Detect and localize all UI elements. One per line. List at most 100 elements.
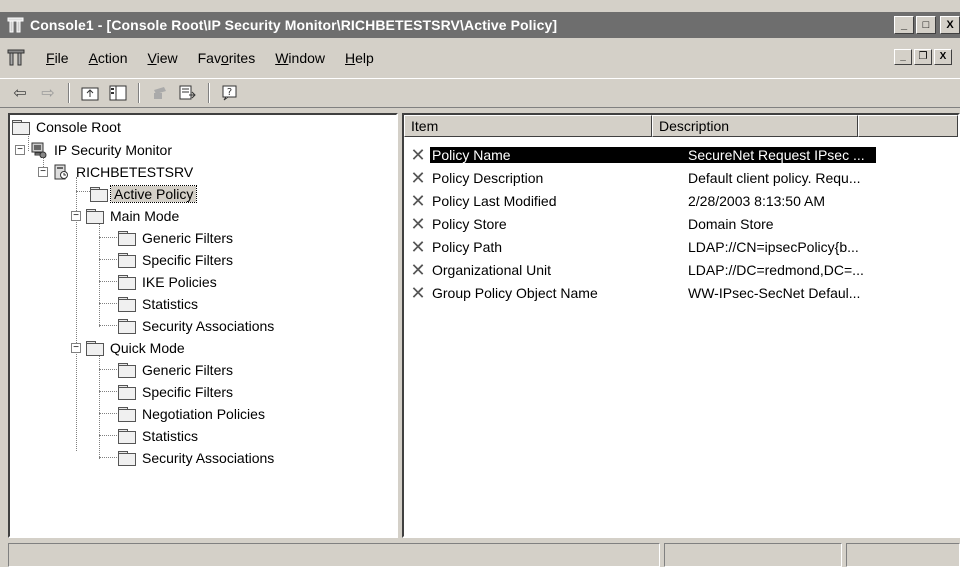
- result-list[interactable]: Item Description ✕ Policy Name SecureNet…: [402, 113, 960, 538]
- tree-node-label: Generic Filters: [142, 362, 234, 378]
- toolbar-separator: [208, 83, 210, 103]
- row-item: Organizational Unit: [432, 262, 552, 278]
- row-description: WW-IPsec-SecNet Defaul...: [688, 285, 861, 301]
- list-row-policy-description[interactable]: ✕ Policy Description Default client poli…: [404, 166, 876, 190]
- child-close-button[interactable]: X: [934, 49, 952, 65]
- tree-node-mm-specific-filters[interactable]: Specific Filters: [118, 250, 236, 270]
- console-tree[interactable]: Console Root − IP Security Monitor − RIC…: [8, 113, 398, 538]
- list-row-organizational-unit[interactable]: ✕ Organizational Unit LDAP://DC=redmond,…: [404, 258, 876, 282]
- menu-help-rest: elp: [355, 50, 374, 66]
- folder-icon: [118, 407, 136, 422]
- menu-window[interactable]: Window: [265, 50, 335, 66]
- folder-icon: [118, 363, 136, 378]
- tree-connector: [99, 281, 117, 282]
- list-row-policy-last-modified[interactable]: ✕ Policy Last Modified 2/28/2003 8:13:50…: [404, 189, 876, 213]
- export-list-icon[interactable]: [176, 82, 200, 104]
- folder-icon: [118, 385, 136, 400]
- menu-favorites[interactable]: Favorites: [188, 50, 266, 66]
- tree-node-qm-statistics[interactable]: Statistics: [118, 426, 201, 446]
- tree-node-qm-security-associations[interactable]: Security Associations: [118, 448, 277, 468]
- title-bar: Console1 - [Console Root\IP Security Mon…: [0, 12, 960, 38]
- list-header: Item Description: [404, 115, 958, 137]
- status-panel-right: [846, 543, 960, 567]
- tree-connector: [99, 325, 117, 326]
- tree-node-server[interactable]: RICHBETESTSRV: [52, 162, 196, 182]
- menu-bar: File Action View Favorites Window Help _…: [0, 40, 960, 76]
- tree-node-mm-statistics[interactable]: Statistics: [118, 294, 201, 314]
- menu-help[interactable]: Help: [335, 50, 384, 66]
- folder-icon: [118, 429, 136, 444]
- tree-node-main-mode[interactable]: Main Mode: [86, 206, 182, 226]
- toolbar: ⇦ ⇨ ?: [0, 78, 960, 108]
- row-item: Policy Last Modified: [432, 193, 557, 209]
- column-header-empty: [858, 115, 958, 137]
- list-row-policy-store[interactable]: ✕ Policy Store Domain Store: [404, 212, 876, 236]
- server-icon: [54, 164, 68, 180]
- collapse-toggle[interactable]: −: [71, 211, 81, 221]
- menu-file[interactable]: File: [36, 50, 79, 66]
- computer-monitor-icon: [31, 142, 47, 158]
- child-minimize-button[interactable]: _: [894, 49, 912, 65]
- column-header-description[interactable]: Description: [652, 115, 858, 137]
- svg-text:?: ?: [227, 87, 232, 98]
- collapse-toggle[interactable]: −: [71, 343, 81, 353]
- tree-node-qm-specific-filters[interactable]: Specific Filters: [118, 382, 236, 402]
- tree-node-label: Specific Filters: [142, 384, 234, 400]
- menu-favorites-rest: rites: [228, 50, 256, 66]
- tree-connector: [99, 355, 100, 459]
- close-button[interactable]: X: [940, 16, 960, 34]
- maximize-button[interactable]: □: [916, 16, 936, 34]
- policy-item-icon: ✕: [410, 282, 426, 303]
- tree-node-quick-mode[interactable]: Quick Mode: [86, 338, 188, 358]
- open-folder-icon: [90, 187, 108, 202]
- row-description: Domain Store: [688, 216, 774, 232]
- up-one-level-icon[interactable]: [78, 82, 102, 104]
- tree-node-label: Quick Mode: [110, 340, 185, 356]
- tree-connector: [99, 435, 117, 436]
- toolbar-separator: [138, 83, 140, 103]
- folder-icon: [118, 275, 136, 290]
- row-item: Policy Store: [432, 216, 507, 232]
- column-header-item[interactable]: Item: [404, 115, 652, 137]
- list-row-policy-path[interactable]: ✕ Policy Path LDAP://CN=ipsecPolicy{b...: [404, 235, 876, 259]
- window-title: Console1 - [Console Root\IP Security Mon…: [30, 17, 558, 33]
- folder-icon: [118, 297, 136, 312]
- menu-view[interactable]: View: [138, 50, 188, 66]
- folder-icon: [86, 209, 104, 224]
- tree-connector: [99, 457, 117, 458]
- tree-node-qm-generic-filters[interactable]: Generic Filters: [118, 360, 236, 380]
- menu-action[interactable]: Action: [79, 50, 138, 66]
- back-arrow-icon[interactable]: ⇦: [8, 82, 32, 104]
- minimize-button[interactable]: _: [894, 16, 914, 34]
- folder-icon: [86, 341, 104, 356]
- row-item: Policy Description: [432, 170, 544, 186]
- child-restore-button[interactable]: ❐: [914, 49, 932, 65]
- tree-node-ip-security-monitor[interactable]: IP Security Monitor: [30, 140, 175, 160]
- tree-node-label: Generic Filters: [142, 230, 234, 246]
- collapse-toggle[interactable]: −: [15, 145, 25, 155]
- tree-node-mm-generic-filters[interactable]: Generic Filters: [118, 228, 236, 248]
- tree-node-active-policy[interactable]: Active Policy: [90, 184, 198, 204]
- menu-favorites-pre: Fav: [197, 50, 221, 66]
- folder-icon: [118, 253, 136, 268]
- collapse-toggle[interactable]: −: [38, 167, 48, 177]
- help-icon[interactable]: ?: [218, 82, 242, 104]
- list-row-policy-name[interactable]: ✕ Policy Name SecureNet Request IPsec ..…: [404, 143, 876, 167]
- list-row-group-policy-object-name[interactable]: ✕ Group Policy Object Name WW-IPsec-SecN…: [404, 281, 876, 305]
- tree-node-qm-negotiation-policies[interactable]: Negotiation Policies: [118, 404, 268, 424]
- menu-window-rest: indow: [288, 50, 326, 66]
- folder-icon: [12, 120, 30, 135]
- menu-view-rest: iew: [156, 50, 178, 66]
- policy-item-icon: ✕: [410, 259, 426, 280]
- tree-node-mm-ike-policies[interactable]: IKE Policies: [118, 272, 220, 292]
- tree-node-mm-security-associations[interactable]: Security Associations: [118, 316, 277, 336]
- show-hide-console-tree-icon[interactable]: [106, 82, 130, 104]
- tree-node-console-root[interactable]: Console Root: [12, 117, 124, 137]
- tree-connector: [99, 413, 117, 414]
- delete-icon[interactable]: [148, 82, 172, 104]
- toolbar-separator: [68, 83, 70, 103]
- tree-node-label: Security Associations: [142, 318, 275, 334]
- forward-arrow-icon[interactable]: ⇨: [36, 82, 60, 104]
- row-description: SecureNet Request IPsec ...: [676, 147, 876, 163]
- console-system-menu-icon[interactable]: [6, 47, 28, 69]
